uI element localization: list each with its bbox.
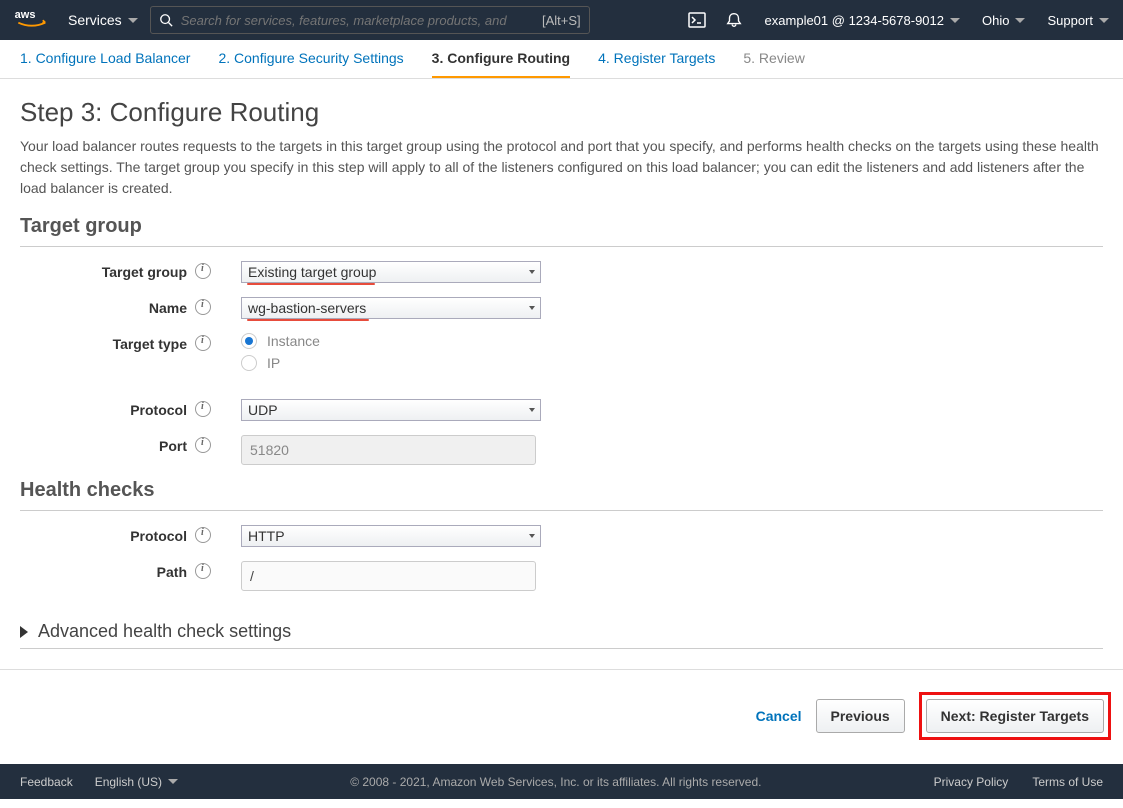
- support-label: Support: [1047, 13, 1093, 28]
- info-icon[interactable]: [195, 263, 211, 279]
- wizard-actions: Cancel Previous Next: Register Targets: [0, 669, 1123, 764]
- wizard-tab-5: 5. Review: [743, 50, 804, 78]
- chevron-down-icon: [1015, 18, 1025, 23]
- info-icon[interactable]: [195, 335, 211, 351]
- health-checks-heading: Health checks: [20, 479, 1103, 502]
- services-menu[interactable]: Services: [68, 12, 138, 28]
- info-icon[interactable]: [195, 401, 211, 417]
- select-protocol[interactable]: UDP: [241, 399, 541, 421]
- wizard-tab-1[interactable]: 1. Configure Load Balancer: [20, 50, 190, 78]
- page-title: Step 3: Configure Routing: [20, 97, 1103, 128]
- support-menu[interactable]: Support: [1047, 13, 1109, 28]
- language-menu[interactable]: English (US): [95, 775, 178, 789]
- services-label: Services: [68, 12, 122, 28]
- radio-ip-label: IP: [267, 355, 280, 371]
- radio-ip: [241, 355, 257, 371]
- aws-logo[interactable]: aws: [14, 8, 52, 33]
- region-menu[interactable]: Ohio: [982, 13, 1025, 28]
- cancel-button[interactable]: Cancel: [756, 708, 802, 724]
- chevron-down-icon: [168, 779, 178, 784]
- svg-text:aws: aws: [15, 8, 36, 20]
- wizard-tab-4[interactable]: 4. Register Targets: [598, 50, 715, 78]
- search-hotkey: [Alt+S]: [542, 13, 581, 28]
- advanced-health-check-toggle[interactable]: Advanced health check settings: [20, 615, 1103, 648]
- label-target-type: Target type: [20, 333, 195, 352]
- label-port: Port: [20, 435, 195, 454]
- annotation-highlight-box: Next: Register Targets: [919, 692, 1111, 740]
- annotation-underline: [247, 319, 369, 321]
- wizard-tab-3[interactable]: 3. Configure Routing: [432, 50, 570, 78]
- nav-icons: [687, 10, 743, 30]
- label-protocol: Protocol: [20, 399, 195, 418]
- page-description: Your load balancer routes requests to th…: [20, 136, 1103, 199]
- top-nav: aws Services [Alt+S] example01 @ 1234-56…: [0, 0, 1123, 40]
- info-icon[interactable]: [195, 527, 211, 543]
- radio-instance: [241, 333, 257, 349]
- label-hc-path: Path: [20, 561, 195, 580]
- annotation-underline: [247, 283, 375, 285]
- input-port: [241, 435, 536, 465]
- input-hc-path[interactable]: [241, 561, 536, 591]
- info-icon[interactable]: [195, 299, 211, 315]
- select-name[interactable]: wg-bastion-servers: [241, 297, 541, 319]
- radio-instance-label: Instance: [267, 333, 320, 349]
- copyright: © 2008 - 2021, Amazon Web Services, Inc.…: [178, 775, 934, 789]
- label-hc-protocol: Protocol: [20, 525, 195, 544]
- select-target-group[interactable]: Existing target group: [241, 261, 541, 283]
- wizard-tabs: 1. Configure Load Balancer 2. Configure …: [0, 40, 1123, 79]
- bell-icon[interactable]: [725, 10, 743, 30]
- search-icon: [159, 13, 173, 27]
- privacy-link[interactable]: Privacy Policy: [934, 775, 1009, 789]
- chevron-down-icon: [1099, 18, 1109, 23]
- info-icon[interactable]: [195, 563, 211, 579]
- terms-link[interactable]: Terms of Use: [1032, 775, 1103, 789]
- advanced-health-check-label: Advanced health check settings: [38, 621, 291, 642]
- account-menu[interactable]: example01 @ 1234-5678-9012: [765, 13, 960, 28]
- search-input[interactable]: [181, 13, 536, 28]
- search-box[interactable]: [Alt+S]: [150, 6, 590, 34]
- account-label: example01 @ 1234-5678-9012: [765, 13, 944, 28]
- feedback-link[interactable]: Feedback: [20, 775, 73, 789]
- language-label: English (US): [95, 775, 162, 789]
- select-hc-protocol[interactable]: HTTP: [241, 525, 541, 547]
- previous-button[interactable]: Previous: [816, 699, 905, 733]
- info-icon[interactable]: [195, 437, 211, 453]
- next-button[interactable]: Next: Register Targets: [926, 699, 1104, 733]
- radio-ip-row: IP: [241, 355, 1103, 371]
- region-label: Ohio: [982, 13, 1009, 28]
- triangle-right-icon: [20, 626, 28, 638]
- radio-instance-row: Instance: [241, 333, 1103, 349]
- label-name: Name: [20, 297, 195, 316]
- chevron-down-icon: [128, 18, 138, 23]
- target-group-heading: Target group: [20, 215, 1103, 238]
- label-target-group: Target group: [20, 261, 195, 280]
- page-footer: Feedback English (US) © 2008 - 2021, Ama…: [0, 764, 1123, 799]
- chevron-down-icon: [950, 18, 960, 23]
- cloudshell-icon[interactable]: [687, 10, 707, 30]
- wizard-tab-2[interactable]: 2. Configure Security Settings: [218, 50, 403, 78]
